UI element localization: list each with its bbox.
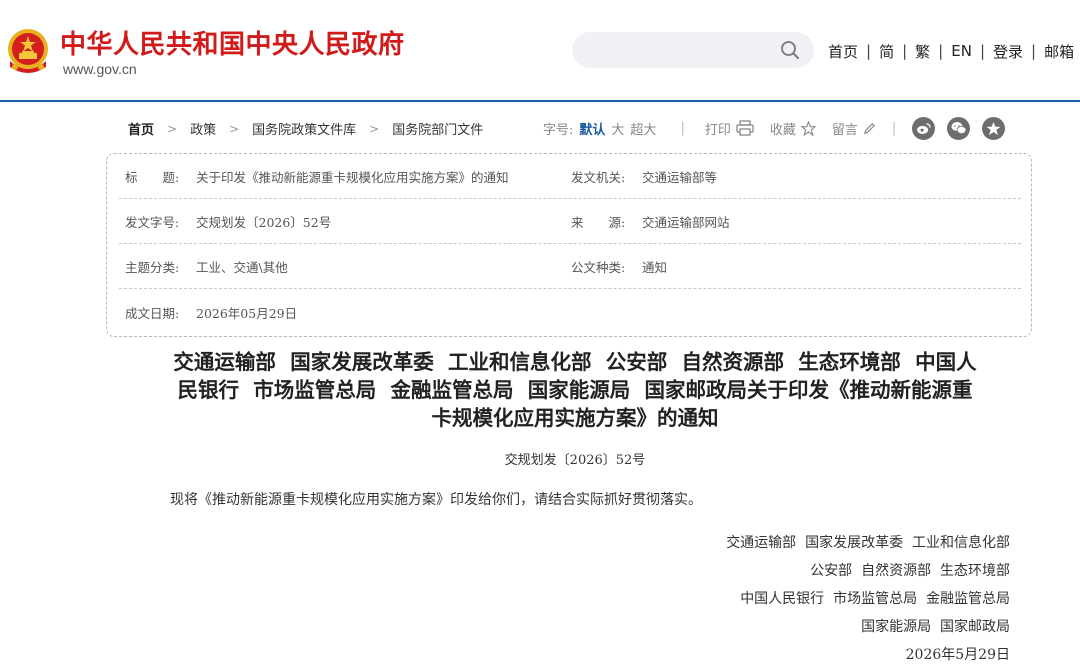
meta-docno-label: 发文字号: <box>125 215 180 230</box>
nav-login[interactable]: 登录 <box>993 41 1023 62</box>
document-body-paragraph: 现将《推动新能源重卡规模化应用实施方案》印发给你们，请结合实际抓好贯彻落实。 <box>170 492 702 508</box>
wechat-share-button[interactable] <box>947 116 971 140</box>
print-button[interactable]: 打印 <box>705 119 754 138</box>
favorite-label: 收藏 <box>769 122 796 138</box>
print-label: 打印 <box>704 122 731 138</box>
nav-home[interactable]: 首页 <box>828 41 858 62</box>
meta-issuer-value: 交通运输部等 <box>642 170 718 185</box>
nav-separator: | <box>938 42 944 60</box>
favorite-button[interactable]: 收藏 <box>770 119 816 138</box>
nav-separator: | <box>1031 42 1037 60</box>
font-size-large[interactable]: 大 <box>611 119 624 138</box>
site-title[interactable]: 中华人民共和国中央人民政府 <box>60 24 405 61</box>
meta-topic-label: 主题分类: <box>125 260 180 275</box>
nav-mail[interactable]: 邮箱 <box>1044 41 1074 62</box>
printer-icon <box>736 120 754 136</box>
chevron-right-icon: > <box>229 121 240 136</box>
nav-traditional[interactable]: 繁 <box>915 41 930 62</box>
pencil-icon <box>863 122 875 134</box>
search-icon[interactable] <box>780 40 800 60</box>
document-title-line: 民银行 市场监管总局 金融监管总局 国家能源局 国家邮政局关于印发《推动新能源重 <box>177 378 973 402</box>
top-nav: 首页 | 简 | 繁 | EN | 登录 | 邮箱 <box>828 40 1074 62</box>
breadcrumb-policy-library[interactable]: 国务院政策文件库 <box>252 119 356 138</box>
breadcrumb-home[interactable]: 首页 <box>128 119 154 138</box>
meta-source-value: 交通运输部网站 <box>642 215 730 230</box>
breadcrumb-policy[interactable]: 政策 <box>190 119 216 138</box>
metadata-row: 主题分类: 工业、交通\其他 公文种类: 通知 <box>119 244 1021 289</box>
wechat-icon <box>951 122 967 134</box>
document-title-line: 交通运输部 国家发展改革委 工业和信息化部 公安部 自然资源部 生态环境部 中国… <box>173 350 977 374</box>
meta-date-value: 2026年05月29日 <box>196 306 298 321</box>
meta-title-label: 标 题: <box>125 170 180 185</box>
meta-date-label: 成文日期: <box>125 306 180 321</box>
site-url: www.gov.cn <box>63 61 137 77</box>
metadata-row: 成文日期: 2026年05月29日 <box>119 290 1021 335</box>
nav-separator: | <box>902 42 908 60</box>
signatory-line: 公安部 自然资源部 生态环境部 <box>810 563 1010 579</box>
metadata-row: 标 题: 关于印发《推动新能源重卡规模化应用实施方案》的通知 发文机关: 交通运… <box>119 154 1021 199</box>
star-icon <box>800 120 816 136</box>
nav-separator: | <box>979 42 985 60</box>
breadcrumb-department-docs[interactable]: 国务院部门文件 <box>392 119 483 138</box>
article-tools: 字号: 默认 大 超大 | 打印 收藏 留言 | <box>543 115 1006 141</box>
search-box <box>572 32 814 68</box>
font-size-default[interactable]: 默认 <box>579 119 605 138</box>
site-header: 中华人民共和国中央人民政府 www.gov.cn 首页 | 简 | 繁 | EN… <box>0 0 1080 102</box>
signatory-line: 交通运输部 国家发展改革委 工业和信息化部 <box>726 535 1010 551</box>
meta-type-label: 公文种类: <box>571 260 626 275</box>
document-title: 交通运输部 国家发展改革委 工业和信息化部 公安部 自然资源部 生态环境部 中国… <box>140 348 1010 432</box>
comment-label: 留言 <box>831 122 858 138</box>
signing-date: 2026年5月29日 <box>905 647 1010 663</box>
comment-button[interactable]: 留言 <box>832 119 876 138</box>
search-input[interactable] <box>588 38 768 62</box>
meta-docno-value: 交规划发〔2026〕52号 <box>196 215 332 230</box>
signatory-line: 国家能源局 国家邮政局 <box>861 619 1010 635</box>
national-emblem-icon[interactable] <box>6 27 50 75</box>
meta-type-value: 通知 <box>642 260 668 275</box>
nav-simplified[interactable]: 简 <box>879 41 894 62</box>
divider: | <box>891 120 897 136</box>
weibo-share-button[interactable] <box>912 116 936 140</box>
meta-title-value: 关于印发《推动新能源重卡规模化应用实施方案》的通知 <box>196 170 509 185</box>
chevron-right-icon: > <box>167 121 178 136</box>
meta-source-label: 来 源: <box>571 215 626 230</box>
breadcrumb: 首页 > 政策 > 国务院政策文件库 > 国务院部门文件 <box>128 119 483 139</box>
signatory-line: 中国人民银行 市场监管总局 金融监管总局 <box>740 591 1010 607</box>
qzone-star-icon <box>986 121 1001 135</box>
nav-english[interactable]: EN <box>951 42 972 60</box>
document-title-line: 卡规模化应用实施方案》的通知 <box>431 406 719 430</box>
metadata-row: 发文字号: 交规划发〔2026〕52号 来 源: 交通运输部网站 <box>119 199 1021 244</box>
weibo-icon <box>917 122 931 134</box>
chevron-right-icon: > <box>369 121 380 136</box>
meta-topic-value: 工业、交通\其他 <box>196 260 288 275</box>
font-size-label: 字号: <box>543 122 574 138</box>
divider: | <box>680 120 685 136</box>
document-number: 交规划发〔2026〕52号 <box>504 453 646 468</box>
font-size-xlarge[interactable]: 超大 <box>630 119 656 138</box>
nav-separator: | <box>866 42 872 60</box>
document-metadata: 标 题: 关于印发《推动新能源重卡规模化应用实施方案》的通知 发文机关: 交通运… <box>106 153 1032 337</box>
meta-issuer-label: 发文机关: <box>571 170 626 185</box>
qzone-share-button[interactable] <box>982 116 1006 140</box>
